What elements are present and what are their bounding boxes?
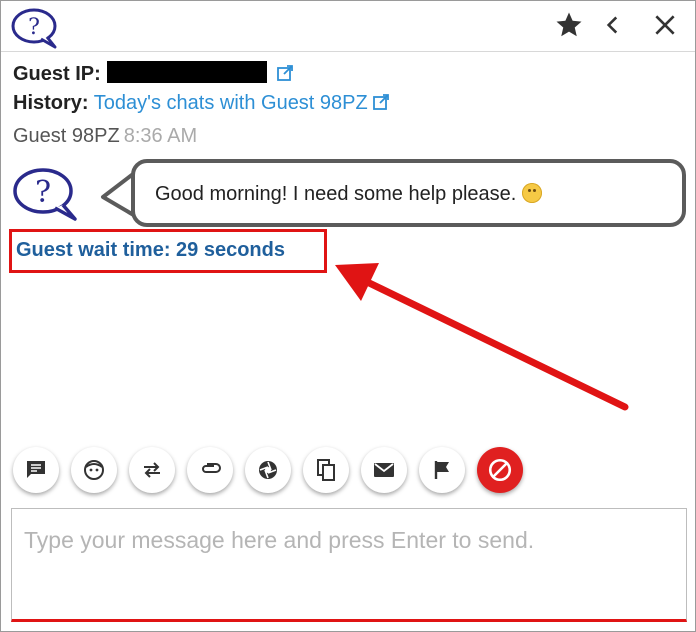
wait-time-text: Guest wait time: 29 seconds xyxy=(16,239,285,261)
redacted-ip xyxy=(106,61,267,83)
guest-info: Guest IP: History: Today's chats with Gu… xyxy=(13,61,390,119)
message-bubble: Good morning! I need some help please. xyxy=(131,159,686,227)
close-icon[interactable] xyxy=(649,9,681,41)
external-link-icon[interactable] xyxy=(372,92,390,119)
chat-icon[interactable] xyxy=(13,447,59,493)
guest-ip-label: Guest IP: xyxy=(13,63,101,85)
attachment-icon[interactable] xyxy=(187,447,233,493)
wait-time-highlight: Guest wait time: 29 seconds xyxy=(9,229,327,273)
title-bar: ? xyxy=(1,1,695,52)
smiley-emoji-icon xyxy=(522,183,543,203)
chevron-left-icon[interactable] xyxy=(597,9,629,41)
copy-icon[interactable] xyxy=(303,447,349,493)
message-input[interactable] xyxy=(12,509,686,619)
guest-avatar-icon: ? xyxy=(11,167,81,221)
message-text-wrapper: Good morning! I need some help please. xyxy=(155,183,543,206)
external-link-icon[interactable] xyxy=(276,63,294,90)
annotation-arrow xyxy=(335,263,629,411)
face-icon[interactable] xyxy=(71,447,117,493)
history-label: History: xyxy=(13,92,89,114)
svg-text:?: ? xyxy=(35,175,51,210)
email-icon[interactable] xyxy=(361,447,407,493)
star-icon[interactable] xyxy=(553,9,585,41)
message-meta: Guest 98PZ 8:36 AM xyxy=(13,125,197,148)
message-text: Good morning! I need some help please. xyxy=(155,183,517,205)
message-composer xyxy=(11,508,687,622)
chat-window: ? Guest IP: History: Today's chats with … xyxy=(0,0,696,632)
transfer-icon[interactable] xyxy=(129,447,175,493)
message-time: 8:36 AM xyxy=(123,125,198,147)
svg-text:?: ? xyxy=(28,15,40,40)
camera-shutter-icon[interactable] xyxy=(245,447,291,493)
flag-icon[interactable] xyxy=(419,447,465,493)
question-logo-icon: ? xyxy=(11,7,61,49)
history-link[interactable]: Today's chats with Guest 98PZ xyxy=(94,92,368,114)
message-sender: Guest 98PZ xyxy=(13,125,120,147)
block-icon[interactable] xyxy=(477,447,523,493)
